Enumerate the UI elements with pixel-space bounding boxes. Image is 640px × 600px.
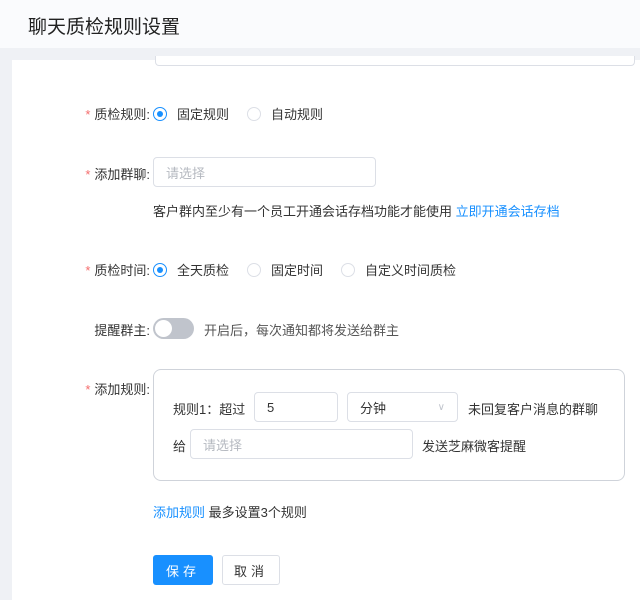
radio-checked-icon	[153, 106, 167, 121]
placeholder: 请选择	[166, 165, 206, 181]
notify-owner-switch[interactable]	[153, 318, 194, 339]
check-time-label: * 质检时间:	[85, 263, 150, 278]
enable-archive-link[interactable]: 立即开通会话存档	[456, 204, 560, 219]
radio-auto-rule[interactable]: 自动规则	[247, 104, 323, 123]
chevron-down-icon: ∨	[437, 401, 445, 413]
radio-label: 固定时间	[271, 263, 324, 278]
add-rule-link[interactable]: 添加规则	[153, 505, 205, 520]
rule-box: 规则1：超过 5 分钟 ∨ 未回复客户消息的群聊 给 请选择 发送芝麻微客提醒	[153, 369, 625, 481]
rule-to: 给	[173, 439, 187, 454]
group-chat-label: * 添加群聊:	[85, 167, 150, 182]
radio-label: 自动规则	[271, 107, 324, 122]
minutes-input[interactable]: 5	[254, 392, 338, 422]
group-chat-hint: 客户群内至少有一个员工开通会话存档功能才能使用 立即开通会话存档	[153, 201, 560, 220]
notify-owner-label-text: 提醒群主:	[94, 323, 150, 338]
rule-suffix: 未回复客户消息的群聊	[468, 402, 599, 417]
check-time-label-text: 质检时间:	[94, 263, 150, 278]
add-rule-row: 添加规则 最多设置3个规则	[153, 502, 307, 521]
radio-label: 全天质检	[177, 263, 230, 278]
select-value: 分钟	[360, 400, 387, 416]
notify-owner-hint: 开启后，每次通知都将发送给群主	[204, 323, 400, 338]
group-chat-select[interactable]: 请选择	[153, 157, 376, 187]
rule-prefix: 规则1：超过	[173, 402, 246, 417]
rule-limit-hint: 最多设置3个规则	[208, 505, 307, 520]
radio-label: 自定义时间质检	[365, 263, 457, 278]
page-title: 聊天质检规则设置	[28, 17, 181, 38]
recipient-select[interactable]: 请选择	[190, 429, 413, 459]
unit-select[interactable]: 分钟 ∨	[347, 392, 458, 422]
radio-fixed-rule[interactable]: 固定规则	[153, 104, 229, 123]
rule-send-text: 发送芝麻微客提醒	[422, 439, 527, 454]
radio-all-day[interactable]: 全天质检	[153, 260, 229, 279]
check-time-radio-group: 全天质检 固定时间 自定义时间质检	[153, 260, 474, 279]
rule-type-radio-group: 固定规则 自动规则	[153, 104, 341, 123]
page-header: 聊天质检规则设置	[0, 0, 640, 48]
radio-custom-time[interactable]: 自定义时间质检	[341, 260, 456, 279]
switch-knob	[155, 320, 172, 337]
group-chat-label-text: 添加群聊:	[94, 167, 150, 182]
rule-type-label-text: 质检规则:	[94, 107, 150, 122]
radio-unchecked-icon	[247, 262, 262, 277]
radio-label: 固定规则	[177, 107, 230, 122]
radio-fixed-time[interactable]: 固定时间	[247, 260, 323, 279]
radio-checked-icon	[153, 262, 167, 277]
save-button[interactable]: 保存	[153, 555, 213, 585]
add-rules-label-text: 添加规则:	[94, 382, 150, 397]
previous-input-edge[interactable]	[155, 56, 635, 66]
radio-unchecked-icon	[247, 106, 262, 121]
add-rules-label: * 添加规则:	[85, 382, 150, 397]
hint-text: 客户群内至少有一个员工开通会话存档功能才能使用	[153, 204, 453, 219]
notify-owner-label: 提醒群主:	[0, 320, 150, 339]
cancel-button[interactable]: 取消	[222, 555, 280, 585]
radio-unchecked-icon	[341, 262, 356, 277]
placeholder: 请选择	[203, 437, 243, 453]
input-value: 5	[267, 399, 275, 415]
rule-type-label: * 质检规则:	[85, 107, 150, 122]
